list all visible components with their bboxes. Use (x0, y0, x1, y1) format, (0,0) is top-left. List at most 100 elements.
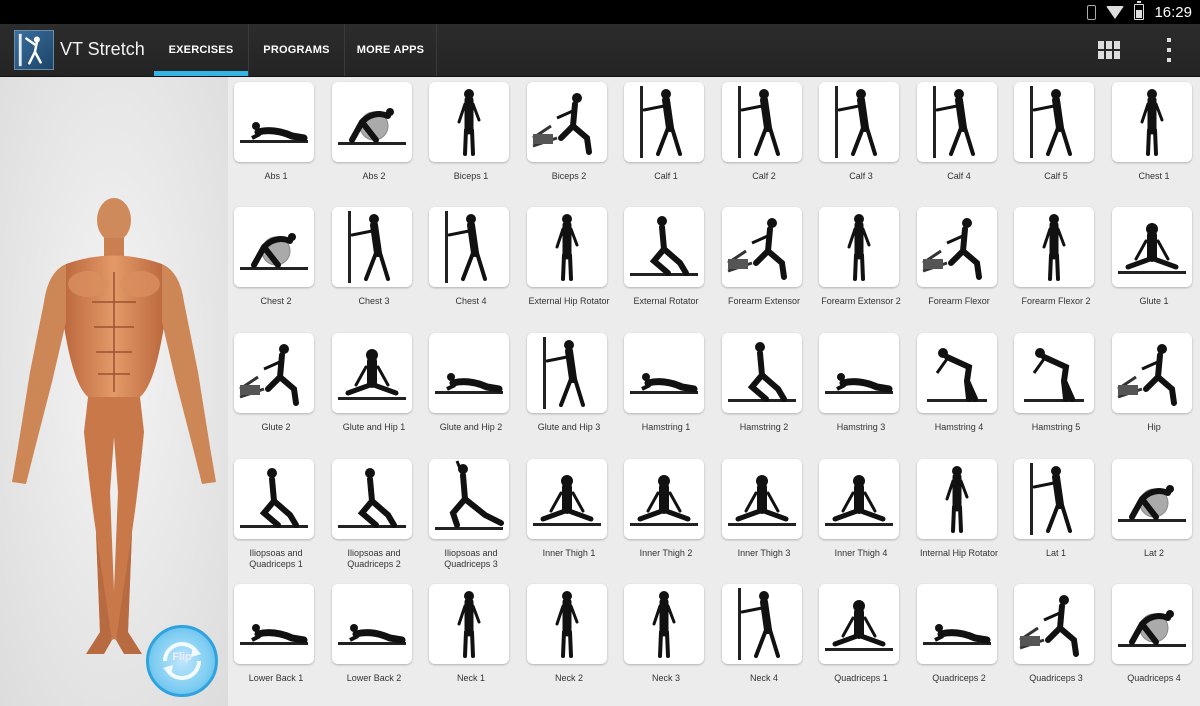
exercise-glute-and-hip-1[interactable]: Glute and Hip 1 (326, 333, 422, 433)
exercise-glute-and-hip-2[interactable]: Glute and Hip 2 (423, 333, 519, 433)
exercise-thumbnail[interactable] (234, 459, 314, 539)
exercise-forearm-extensor-2[interactable]: Forearm Extensor 2 (813, 207, 909, 307)
exercise-thumbnail[interactable] (527, 82, 607, 162)
exercise-thumbnail[interactable] (819, 82, 899, 162)
exercise-hamstring-2[interactable]: Hamstring 2 (716, 333, 812, 433)
exercise-iliopsoas-and-quadriceps-3[interactable]: Iliopsoas and Quadriceps 3 (423, 459, 519, 570)
exercise-thumbnail[interactable] (917, 333, 997, 413)
exercise-thumbnail[interactable] (819, 207, 899, 287)
exercise-thumbnail[interactable] (722, 459, 802, 539)
app-logo-icon[interactable] (14, 30, 54, 70)
exercise-thumbnail[interactable] (332, 584, 412, 664)
exercise-thumbnail[interactable] (429, 207, 509, 287)
exercise-thumbnail[interactable] (234, 584, 314, 664)
exercise-thumbnail[interactable] (917, 207, 997, 287)
exercise-neck-2[interactable]: Neck 2 (521, 584, 617, 684)
exercise-lower-back-2[interactable]: Lower Back 2 (326, 584, 422, 684)
exercise-calf-3[interactable]: Calf 3 (813, 82, 909, 182)
exercise-inner-thigh-2[interactable]: Inner Thigh 2 (618, 459, 714, 559)
exercise-thumbnail[interactable] (332, 207, 412, 287)
exercise-external-hip-rotator[interactable]: External Hip Rotator (521, 207, 617, 307)
exercise-thumbnail[interactable] (429, 584, 509, 664)
exercise-thumbnail[interactable] (332, 333, 412, 413)
exercise-thumbnail[interactable] (917, 459, 997, 539)
exercise-thumbnail[interactable] (429, 333, 509, 413)
exercise-hamstring-3[interactable]: Hamstring 3 (813, 333, 909, 433)
grid-view-icon[interactable] (1098, 41, 1120, 59)
exercise-thumbnail[interactable] (1014, 333, 1094, 413)
exercise-thumbnail[interactable] (1014, 82, 1094, 162)
exercise-thumbnail[interactable] (1112, 82, 1192, 162)
exercise-neck-4[interactable]: Neck 4 (716, 584, 812, 684)
exercise-glute-2[interactable]: Glute 2 (228, 333, 324, 433)
exercise-thumbnail[interactable] (1014, 459, 1094, 539)
exercise-thumbnail[interactable] (624, 459, 704, 539)
exercise-external-rotator[interactable]: External Rotator (618, 207, 714, 307)
exercise-thumbnail[interactable] (819, 584, 899, 664)
tab-more-apps[interactable]: MORE APPS (344, 24, 436, 76)
exercise-thumbnail[interactable] (1014, 584, 1094, 664)
exercise-chest-1[interactable]: Chest 1 (1106, 82, 1200, 182)
exercise-neck-1[interactable]: Neck 1 (423, 584, 519, 684)
exercise-thumbnail[interactable] (527, 207, 607, 287)
exercise-thumbnail[interactable] (527, 333, 607, 413)
exercise-thumbnail[interactable] (722, 333, 802, 413)
exercise-iliopsoas-and-quadriceps-2[interactable]: Iliopsoas and Quadriceps 2 (326, 459, 422, 570)
exercise-thumbnail[interactable] (527, 584, 607, 664)
exercise-thumbnail[interactable] (819, 459, 899, 539)
exercise-neck-3[interactable]: Neck 3 (618, 584, 714, 684)
exercise-thumbnail[interactable] (332, 459, 412, 539)
exercise-thumbnail[interactable] (1112, 207, 1192, 287)
exercise-hamstring-4[interactable]: Hamstring 4 (911, 333, 1007, 433)
exercise-thumbnail[interactable] (1112, 584, 1192, 664)
overflow-menu-icon[interactable] (1164, 38, 1174, 62)
exercise-glute-1[interactable]: Glute 1 (1106, 207, 1200, 307)
exercise-thumbnail[interactable] (234, 333, 314, 413)
exercise-calf-1[interactable]: Calf 1 (618, 82, 714, 182)
exercise-inner-thigh-1[interactable]: Inner Thigh 1 (521, 459, 617, 559)
exercise-quadriceps-2[interactable]: Quadriceps 2 (911, 584, 1007, 684)
tab-exercises[interactable]: EXERCISES (154, 24, 248, 76)
exercise-calf-4[interactable]: Calf 4 (911, 82, 1007, 182)
exercise-hip[interactable]: Hip (1106, 333, 1200, 433)
exercise-biceps-2[interactable]: Biceps 2 (521, 82, 617, 182)
exercise-abs-1[interactable]: Abs 1 (228, 82, 324, 182)
exercise-thumbnail[interactable] (624, 333, 704, 413)
exercise-thumbnail[interactable] (624, 82, 704, 162)
exercise-calf-5[interactable]: Calf 5 (1008, 82, 1104, 182)
exercise-thumbnail[interactable] (722, 584, 802, 664)
exercise-chest-4[interactable]: Chest 4 (423, 207, 519, 307)
exercise-thumbnail[interactable] (527, 459, 607, 539)
exercise-abs-2[interactable]: Abs 2 (326, 82, 422, 182)
exercise-glute-and-hip-3[interactable]: Glute and Hip 3 (521, 333, 617, 433)
muscle-body-figure[interactable] (8, 192, 220, 667)
exercise-thumbnail[interactable] (722, 207, 802, 287)
exercise-thumbnail[interactable] (1014, 207, 1094, 287)
exercise-thumbnail[interactable] (819, 333, 899, 413)
exercise-thumbnail[interactable] (722, 82, 802, 162)
exercise-thumbnail[interactable] (429, 459, 509, 539)
exercise-thumbnail[interactable] (624, 584, 704, 664)
exercise-forearm-flexor-2[interactable]: Forearm Flexor 2 (1008, 207, 1104, 307)
exercise-thumbnail[interactable] (234, 207, 314, 287)
exercise-forearm-flexor[interactable]: Forearm Flexor (911, 207, 1007, 307)
exercise-forearm-extensor[interactable]: Forearm Extensor (716, 207, 812, 307)
exercise-thumbnail[interactable] (234, 82, 314, 162)
exercise-iliopsoas-and-quadriceps-1[interactable]: Iliopsoas and Quadriceps 1 (228, 459, 324, 570)
exercise-thumbnail[interactable] (624, 207, 704, 287)
exercise-calf-2[interactable]: Calf 2 (716, 82, 812, 182)
exercise-thumbnail[interactable] (332, 82, 412, 162)
exercise-lat-1[interactable]: Lat 1 (1008, 459, 1104, 559)
exercise-chest-2[interactable]: Chest 2 (228, 207, 324, 307)
exercise-inner-thigh-3[interactable]: Inner Thigh 3 (716, 459, 812, 559)
exercise-thumbnail[interactable] (429, 82, 509, 162)
exercise-chest-3[interactable]: Chest 3 (326, 207, 422, 307)
exercise-quadriceps-3[interactable]: Quadriceps 3 (1008, 584, 1104, 684)
exercise-lat-2[interactable]: Lat 2 (1106, 459, 1200, 559)
exercise-thumbnail[interactable] (917, 82, 997, 162)
exercise-biceps-1[interactable]: Biceps 1 (423, 82, 519, 182)
exercise-thumbnail[interactable] (917, 584, 997, 664)
exercise-quadriceps-4[interactable]: Quadriceps 4 (1106, 584, 1200, 684)
rotate-view-button[interactable]: Flip (146, 625, 218, 697)
exercise-hamstring-5[interactable]: Hamstring 5 (1008, 333, 1104, 433)
